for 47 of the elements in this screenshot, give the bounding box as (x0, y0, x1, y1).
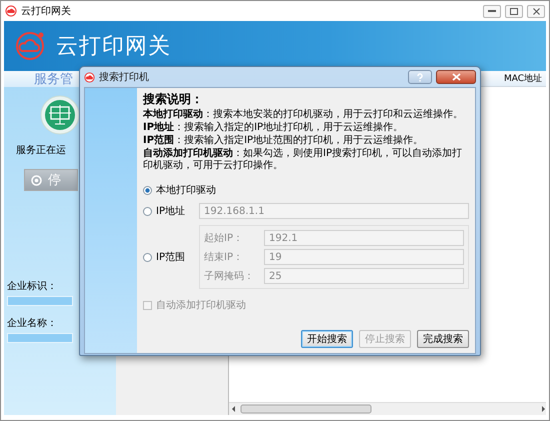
dialog-button[interactable]: 完成搜索 (417, 330, 469, 348)
description-heading: 搜索说明： (143, 91, 204, 108)
description-line: 自动添加打印机驱动：如果勾选，则使用IP搜索打印机，可以自动添加打印机驱动，可用于云打印操作。 (143, 148, 463, 172)
field-label: 子网掩码： (204, 270, 255, 283)
monitor-icon (40, 95, 80, 135)
description-line: IP范围：搜索输入指定IP地址范围的打印机，用于云运维操作。 (143, 135, 424, 147)
input-field[interactable]: 25 (264, 268, 464, 284)
stop-button[interactable]: 停 (24, 169, 78, 191)
radio-label[interactable]: IP范围 (156, 250, 185, 264)
radio-button[interactable] (143, 252, 152, 262)
radio-button[interactable] (143, 186, 152, 194)
description-line: IP地址：搜索输入指定的IP地址打印机，用于云运维操作。 (143, 122, 404, 134)
dialog-button[interactable]: 开始搜索 (301, 330, 353, 348)
radio-button[interactable] (143, 206, 152, 216)
maximize-icon (510, 8, 518, 14)
input-field[interactable] (7, 296, 73, 306)
column-header[interactable]: MAC地址 (504, 72, 542, 85)
radio-label[interactable]: 本地打印驱动 (156, 183, 216, 197)
description-line: 本地打印驱动：搜索本地安装的打印机驱动，用于云打印和云运维操作。 (143, 109, 464, 121)
dialog-title: 搜索打印机 (99, 70, 149, 84)
close-button[interactable] (436, 70, 476, 84)
input-field[interactable]: 192.168.1.1 (199, 203, 469, 219)
close-icon (532, 8, 540, 14)
input-field[interactable]: 192.1 (264, 230, 464, 246)
radio-label[interactable]: IP地址 (156, 204, 185, 218)
field-label: 企业名称： (7, 316, 57, 330)
horizontal-scrollbar[interactable] (229, 402, 546, 415)
maximize-button[interactable] (505, 4, 523, 18)
minimize-icon (488, 10, 496, 12)
close-icon (452, 73, 460, 81)
stop-icon (31, 174, 42, 186)
field-label: 企业标识： (7, 280, 57, 293)
minimize-button[interactable] (483, 4, 501, 18)
input-field[interactable] (7, 333, 73, 343)
input-field[interactable]: 19 (264, 249, 464, 265)
app-icon (84, 72, 95, 82)
service-tab[interactable]: 服务管 (4, 71, 79, 87)
cloud-logo-icon (14, 30, 46, 62)
field-label: 起始IP： (204, 232, 244, 245)
field-label: 结束IP： (204, 250, 244, 264)
close-button[interactable] (527, 4, 545, 18)
service-status: 服务正在运 (16, 144, 66, 157)
app-name: 云打印网关 (56, 33, 171, 61)
help-button[interactable] (408, 70, 432, 84)
window-title: 云打印网关 (21, 4, 71, 18)
app-icon (5, 5, 17, 17)
help-icon (416, 72, 424, 82)
